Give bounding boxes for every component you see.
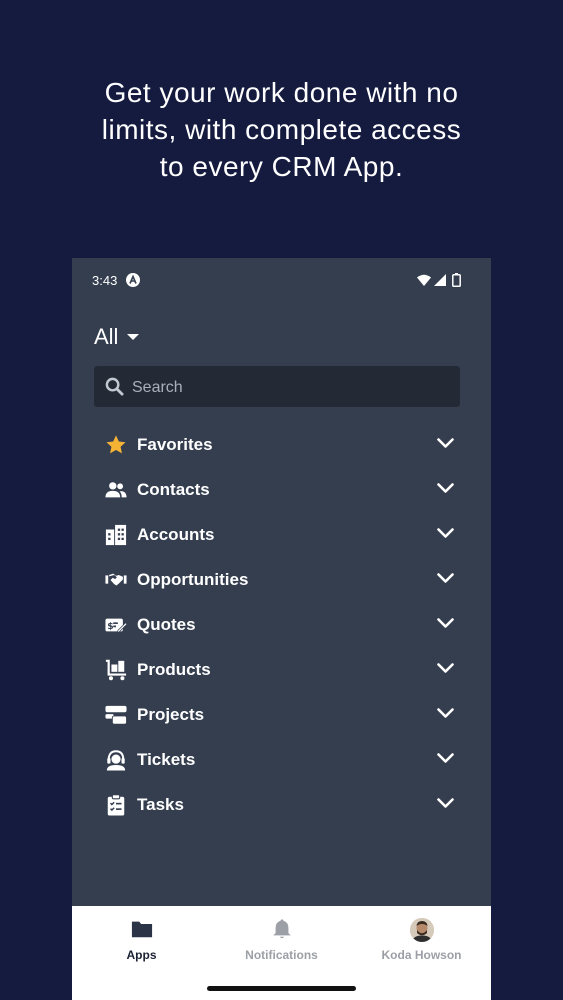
projects-icon bbox=[105, 705, 127, 725]
chevron-down-icon[interactable] bbox=[437, 663, 454, 674]
tab-apps[interactable]: Apps bbox=[72, 906, 211, 1000]
chevron-down-icon[interactable] bbox=[437, 618, 454, 629]
promo-headline: Get your work done with no limits, with … bbox=[40, 74, 523, 185]
app-item-opportunities[interactable]: Opportunities bbox=[72, 558, 491, 603]
contacts-icon bbox=[105, 482, 127, 498]
app-list: Favorites Contacts Accounts Opportunitie… bbox=[72, 423, 491, 828]
app-item-tasks[interactable]: Tasks bbox=[72, 783, 491, 828]
tab-label: Koda Howson bbox=[381, 948, 462, 962]
chevron-down-icon[interactable] bbox=[437, 483, 454, 494]
chevron-down-icon[interactable] bbox=[437, 438, 454, 449]
bell-icon bbox=[273, 919, 291, 939]
app-filter-dropdown[interactable]: All bbox=[94, 322, 140, 352]
handshake-icon bbox=[105, 573, 127, 586]
status-time: 3:43 bbox=[92, 273, 118, 288]
filter-label: All bbox=[94, 324, 119, 349]
app-item-label: Favorites bbox=[137, 435, 213, 454]
app-item-quotes[interactable]: $ Quotes bbox=[72, 603, 491, 648]
app-item-contacts[interactable]: Contacts bbox=[72, 468, 491, 513]
avatar-portrait-icon bbox=[410, 918, 434, 942]
app-item-projects[interactable]: Projects bbox=[72, 693, 491, 738]
chevron-down-icon[interactable] bbox=[437, 798, 454, 809]
phone-screen: 3:43 All Favo bbox=[72, 258, 491, 1000]
promo-line: to every CRM App. bbox=[159, 151, 404, 182]
caret-down-icon bbox=[127, 334, 140, 340]
signal-icon bbox=[434, 274, 446, 286]
quote-icon: $ bbox=[105, 618, 127, 633]
battery-icon bbox=[452, 273, 461, 287]
chevron-down-icon[interactable] bbox=[437, 708, 454, 719]
status-bar: 3:43 bbox=[72, 258, 491, 302]
app-item-label: Projects bbox=[137, 705, 205, 724]
app-item-label: Accounts bbox=[137, 525, 215, 544]
app-item-favorites[interactable]: Favorites bbox=[72, 423, 491, 468]
app-notification-icon bbox=[126, 273, 140, 287]
app-item-label: Tickets bbox=[137, 750, 196, 769]
svg-text:$: $ bbox=[107, 621, 113, 632]
app-item-label: Tasks bbox=[137, 795, 184, 814]
chevron-down-icon[interactable] bbox=[437, 753, 454, 764]
folder-icon bbox=[131, 921, 153, 938]
products-cart-icon bbox=[105, 659, 127, 681]
star-icon bbox=[106, 435, 126, 454]
promo-line: Get your work done with no bbox=[104, 77, 459, 108]
search-icon bbox=[105, 377, 124, 396]
home-indicator[interactable] bbox=[207, 986, 356, 991]
avatar bbox=[410, 918, 434, 942]
app-item-label: Products bbox=[137, 660, 211, 679]
search-bar bbox=[94, 366, 460, 409]
wifi-icon bbox=[417, 274, 431, 286]
search-input[interactable] bbox=[130, 366, 454, 409]
tab-label: Apps bbox=[126, 948, 157, 962]
tab-profile[interactable]: Koda Howson bbox=[352, 906, 491, 1000]
app-item-label: Opportunities bbox=[137, 570, 249, 589]
tab-label: Notifications bbox=[245, 948, 318, 962]
chevron-down-icon[interactable] bbox=[437, 528, 454, 539]
support-agent-icon bbox=[106, 750, 126, 771]
app-item-accounts[interactable]: Accounts bbox=[72, 513, 491, 558]
app-item-label: Quotes bbox=[137, 615, 196, 634]
app-item-products[interactable]: Products bbox=[72, 648, 491, 693]
promo-line: limits, with complete access bbox=[101, 114, 462, 145]
app-item-label: Contacts bbox=[137, 480, 210, 499]
app-item-tickets[interactable]: Tickets bbox=[72, 738, 491, 783]
building-icon bbox=[105, 524, 127, 546]
chevron-down-icon[interactable] bbox=[437, 573, 454, 584]
clipboard-icon bbox=[107, 794, 125, 816]
